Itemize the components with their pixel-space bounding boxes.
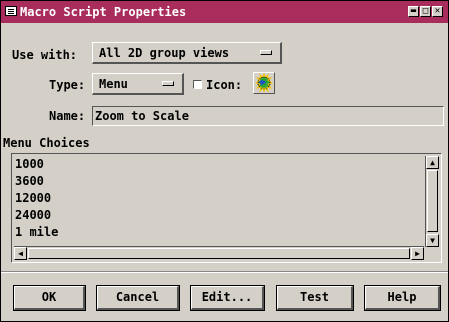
icon-picker-button[interactable]: [253, 72, 275, 94]
window-title: Macro Script Properties: [20, 5, 187, 19]
scroll-up-arrow-icon[interactable]: ▲: [426, 156, 439, 169]
ok-button[interactable]: OK: [13, 285, 86, 311]
icon-checkbox[interactable]: [193, 80, 202, 89]
list-item[interactable]: 1000: [14, 156, 424, 173]
type-dropdown[interactable]: Menu: [92, 73, 184, 95]
divider: [1, 271, 448, 273]
title-bar[interactable]: Macro Script Properties ▬ □ ✕: [1, 1, 448, 23]
type-label: Type:: [49, 78, 86, 92]
menu-choices-items: 1000 3600 12000 24000 1 mile: [14, 156, 424, 246]
list-item[interactable]: 24000: [14, 207, 424, 224]
help-button[interactable]: Help: [364, 285, 441, 311]
vertical-scrollbar[interactable]: ▲ ▼: [425, 156, 439, 247]
maximize-button[interactable]: □: [420, 6, 431, 17]
scroll-left-arrow-icon[interactable]: ◀: [14, 247, 27, 260]
globe-icon: [254, 72, 274, 93]
use-with-dropdown[interactable]: All 2D group views: [92, 42, 282, 64]
horizontal-scroll-thumb[interactable]: [28, 248, 410, 259]
list-item[interactable]: 3600: [14, 173, 424, 190]
dialog-window: Macro Script Properties ▬ □ ✕ Use with: …: [0, 0, 449, 322]
icon-label: Icon:: [206, 78, 243, 92]
dropdown-indicator-icon: [260, 50, 272, 55]
scroll-down-arrow-icon[interactable]: ▼: [426, 234, 439, 247]
minimize-button[interactable]: ▬: [408, 6, 419, 17]
list-item[interactable]: 12000: [14, 190, 424, 207]
scroll-right-arrow-icon[interactable]: ▶: [411, 247, 424, 260]
use-with-value: All 2D group views: [99, 46, 230, 60]
close-button[interactable]: ✕: [432, 6, 443, 17]
use-with-label: Use with:: [12, 48, 78, 62]
name-input[interactable]: Zoom to Scale: [92, 106, 444, 126]
dropdown-indicator-icon: [162, 81, 174, 86]
vertical-scroll-thumb[interactable]: [427, 170, 438, 232]
name-label: Name:: [49, 109, 86, 123]
list-item[interactable]: 1 mile: [14, 224, 424, 241]
edit-button[interactable]: Edit...: [190, 285, 265, 311]
menu-choices-list[interactable]: 1000 3600 12000 24000 1 mile ▲ ▼ ◀ ▶: [11, 153, 442, 263]
cancel-button[interactable]: Cancel: [96, 285, 180, 311]
menu-choices-label: Menu Choices: [3, 136, 90, 150]
test-button[interactable]: Test: [276, 285, 354, 311]
horizontal-scrollbar[interactable]: ◀ ▶: [14, 246, 424, 260]
window-menu-icon[interactable]: [5, 6, 17, 16]
type-value: Menu: [99, 77, 128, 91]
